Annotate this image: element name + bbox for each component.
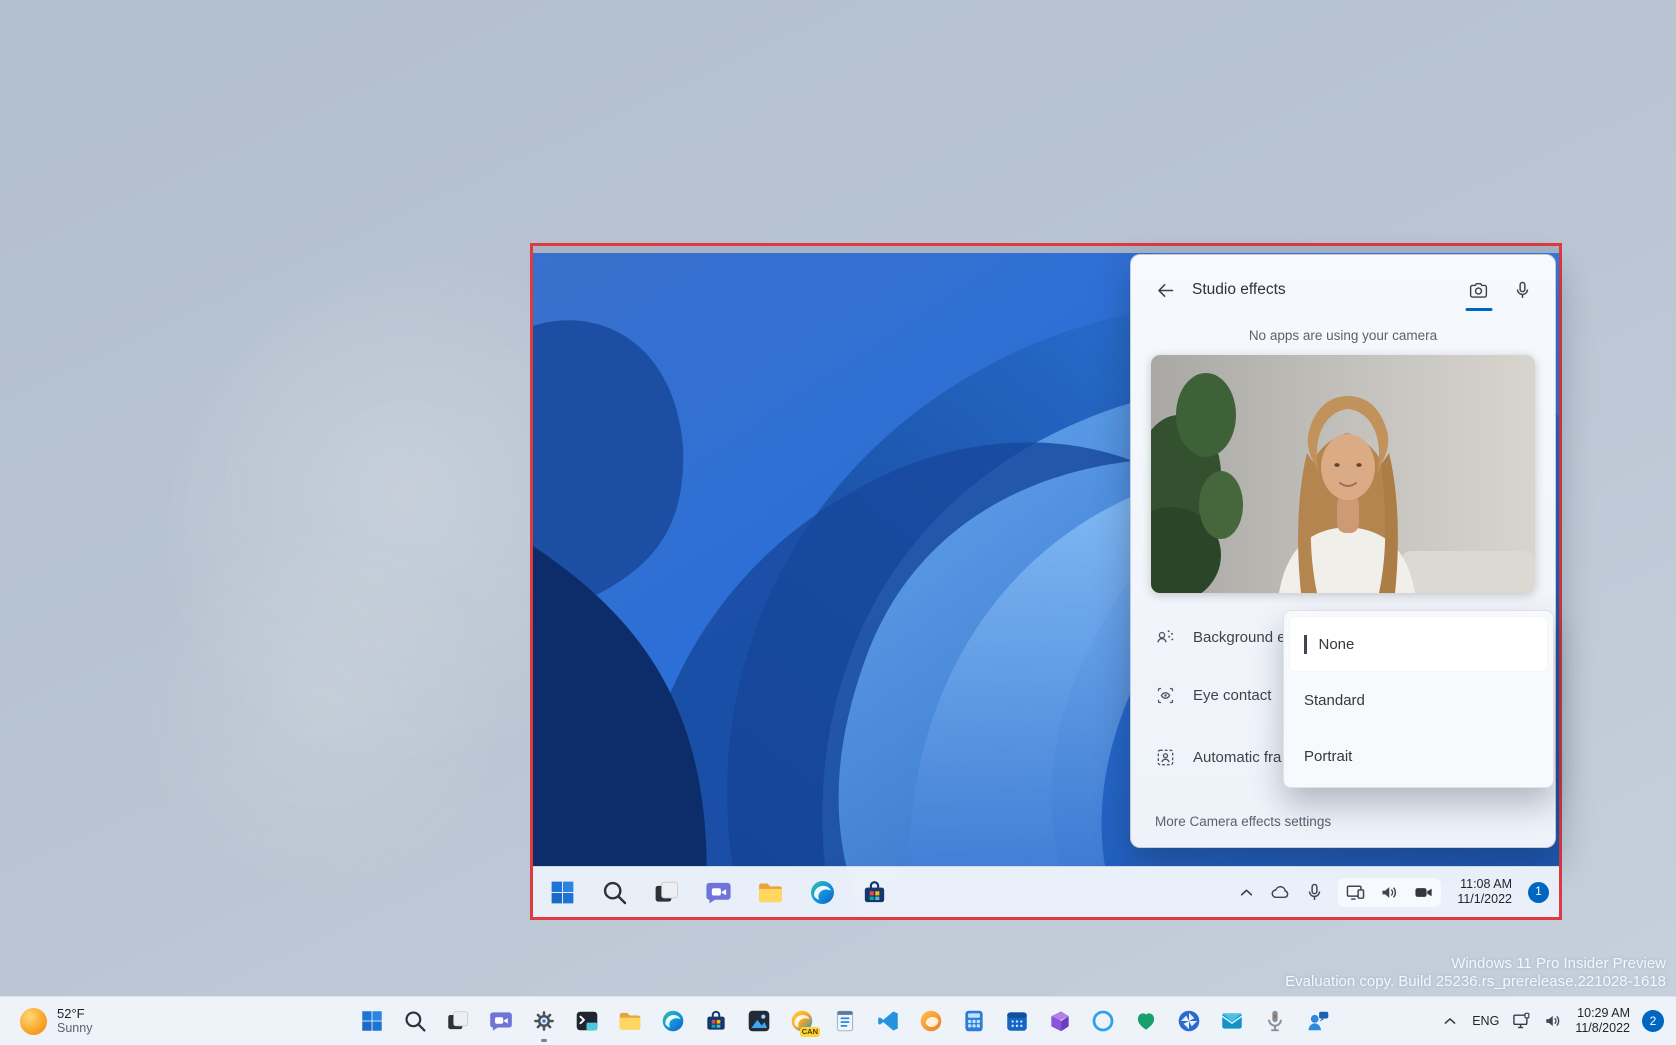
eye-contact-icon (1155, 685, 1176, 706)
tray-chevron-up-icon[interactable] (1440, 1011, 1460, 1031)
taskbar-icon-terminal[interactable] (574, 1008, 600, 1034)
clock-date: 11/8/2022 (1575, 1021, 1630, 1035)
taskbar-icon-edge[interactable] (660, 1008, 686, 1034)
studio-effects-header: Studio effects (1155, 275, 1533, 305)
inner-tray-icon-volume[interactable] (1379, 882, 1400, 903)
inner-tray-icon-cloud[interactable] (1270, 882, 1291, 903)
inner-taskbar: 11:08 AM 11/1/2022 1 (533, 866, 1559, 917)
inner-tray-icon-mic-outline[interactable] (1304, 882, 1325, 903)
automatic-framing-icon (1155, 747, 1176, 768)
taskbar-icon-calendar[interactable] (1004, 1008, 1030, 1034)
inner-clock-time: 11:08 AM (1460, 877, 1512, 891)
inner-taskbar-icon-chat[interactable] (704, 878, 733, 907)
dropdown-option-standard[interactable]: Standard (1289, 672, 1548, 728)
language-indicator[interactable]: ENG (1472, 1014, 1499, 1028)
weather-widget[interactable]: 52°F Sunny (10, 997, 102, 1045)
taskbar: 52°F Sunny CAN ENG 10:29 AM 11/8/2022 2 (0, 996, 1676, 1045)
taskbar-icon-search[interactable] (402, 1008, 428, 1034)
insider-watermark: Windows 11 Pro Insider Preview Evaluatio… (1285, 955, 1666, 991)
desktop-ghost-bloom-2 (90, 520, 510, 940)
automatic-framing-label: Automatic fra (1193, 749, 1281, 766)
more-camera-settings-link[interactable]: More Camera effects settings (1155, 814, 1331, 829)
inner-taskbar-icon-start[interactable] (548, 878, 577, 907)
taskbar-icon-store[interactable] (703, 1008, 729, 1034)
taskbar-icon-chat[interactable] (488, 1008, 514, 1034)
clock[interactable]: 10:29 AM 11/8/2022 (1575, 1006, 1630, 1037)
taskbar-icon-orange-browser[interactable] (918, 1008, 944, 1034)
inner-clock-date: 11/1/2022 (1457, 892, 1512, 906)
camera-preview (1151, 355, 1535, 593)
inner-taskbar-icon-store[interactable] (860, 878, 889, 907)
inner-taskbar-icon-explorer[interactable] (756, 878, 785, 907)
network-icon[interactable] (1511, 1011, 1531, 1031)
screenshot-red-frame: Studio effects No apps are using your ca… (530, 243, 1562, 920)
taskbar-icon-start[interactable] (359, 1008, 385, 1034)
taskbar-icon-health[interactable] (1133, 1008, 1159, 1034)
taskbar-pinned-apps: CAN (359, 997, 1331, 1045)
camera-tab-icon[interactable] (1468, 280, 1489, 301)
sunny-icon (20, 1008, 47, 1035)
text-cursor (1304, 635, 1307, 654)
taskbar-icon-feedback-hub[interactable] (1305, 1008, 1331, 1034)
dropdown-option-standard-label: Standard (1304, 692, 1365, 709)
watermark-line2: Evaluation copy. Build 25236.rs_prerelea… (1285, 973, 1666, 991)
taskbar-icon-task-view[interactable] (445, 1008, 471, 1034)
screenshot-top-strip (533, 246, 1559, 253)
taskbar-icon-calculator[interactable] (961, 1008, 987, 1034)
taskbar-icon-notepad[interactable] (832, 1008, 858, 1034)
weather-condition: Sunny (57, 1021, 92, 1036)
taskbar-icon-cortana[interactable] (1090, 1008, 1116, 1034)
inner-taskbar-icon-search[interactable] (600, 878, 629, 907)
background-effects-label: Background e (1193, 629, 1286, 646)
inner-tray-left (1236, 882, 1325, 903)
taskbar-icon-voice-recorder[interactable] (1262, 1008, 1288, 1034)
system-tray: ENG 10:29 AM 11/8/2022 2 (1440, 997, 1672, 1045)
inner-tray-group[interactable] (1338, 878, 1441, 907)
taskbar-icon-vscode[interactable] (875, 1008, 901, 1034)
taskbar-icon-photos[interactable] (746, 1008, 772, 1034)
dropdown-option-none-label: None (1319, 636, 1355, 653)
watermark-line1: Windows 11 Pro Insider Preview (1285, 955, 1666, 973)
inner-clock[interactable]: 11:08 AM 11/1/2022 (1457, 877, 1512, 907)
panel-title: Studio effects (1192, 281, 1286, 299)
volume-icon[interactable] (1543, 1011, 1563, 1031)
inner-taskbar-icon-edge[interactable] (808, 878, 837, 907)
background-effects-icon (1155, 627, 1176, 648)
background-effects-row[interactable]: Background e (1155, 617, 1286, 657)
inner-tray-icon-cast[interactable] (1345, 882, 1366, 903)
dropdown-option-none[interactable]: None (1289, 616, 1548, 672)
inner-system-tray: 11:08 AM 11/1/2022 1 (1236, 877, 1559, 907)
dropdown-option-portrait[interactable]: Portrait (1289, 728, 1548, 784)
weather-temp: 52°F (57, 1006, 92, 1021)
back-icon[interactable] (1155, 280, 1176, 301)
notification-badge[interactable]: 2 (1642, 1010, 1664, 1032)
device-tabs (1468, 280, 1533, 301)
taskbar-icon-pinwheel[interactable] (1176, 1008, 1202, 1034)
inner-taskbar-pinned (533, 878, 889, 907)
inner-tray-icon-camera-tray[interactable] (1413, 882, 1434, 903)
taskbar-icon-explorer[interactable] (617, 1008, 643, 1034)
dropdown-option-portrait-label: Portrait (1304, 748, 1352, 765)
studio-effects-panel: Studio effects No apps are using your ca… (1130, 254, 1556, 848)
inner-tray-icon-chevron-up[interactable] (1236, 882, 1257, 903)
eye-contact-row[interactable]: Eye contact (1155, 675, 1271, 715)
taskbar-icon-clipchamp[interactable] (1047, 1008, 1073, 1034)
background-effects-dropdown: None Standard Portrait (1283, 610, 1554, 788)
inner-taskbar-icon-task-view[interactable] (652, 878, 681, 907)
taskbar-icon-settings[interactable] (531, 1008, 557, 1034)
microphone-tab-icon[interactable] (1512, 280, 1533, 301)
taskbar-icon-edge-canary[interactable]: CAN (789, 1008, 815, 1034)
automatic-framing-row[interactable]: Automatic fra (1155, 737, 1281, 777)
desktop: Studio effects No apps are using your ca… (0, 0, 1676, 1045)
taskbar-icon-mail[interactable] (1219, 1008, 1245, 1034)
eye-contact-label: Eye contact (1193, 687, 1271, 704)
camera-status-text: No apps are using your camera (1131, 328, 1555, 343)
edge-canary-badge: CAN (800, 1027, 820, 1037)
inner-notification-badge[interactable]: 1 (1528, 882, 1549, 903)
clock-time: 10:29 AM (1577, 1006, 1630, 1020)
